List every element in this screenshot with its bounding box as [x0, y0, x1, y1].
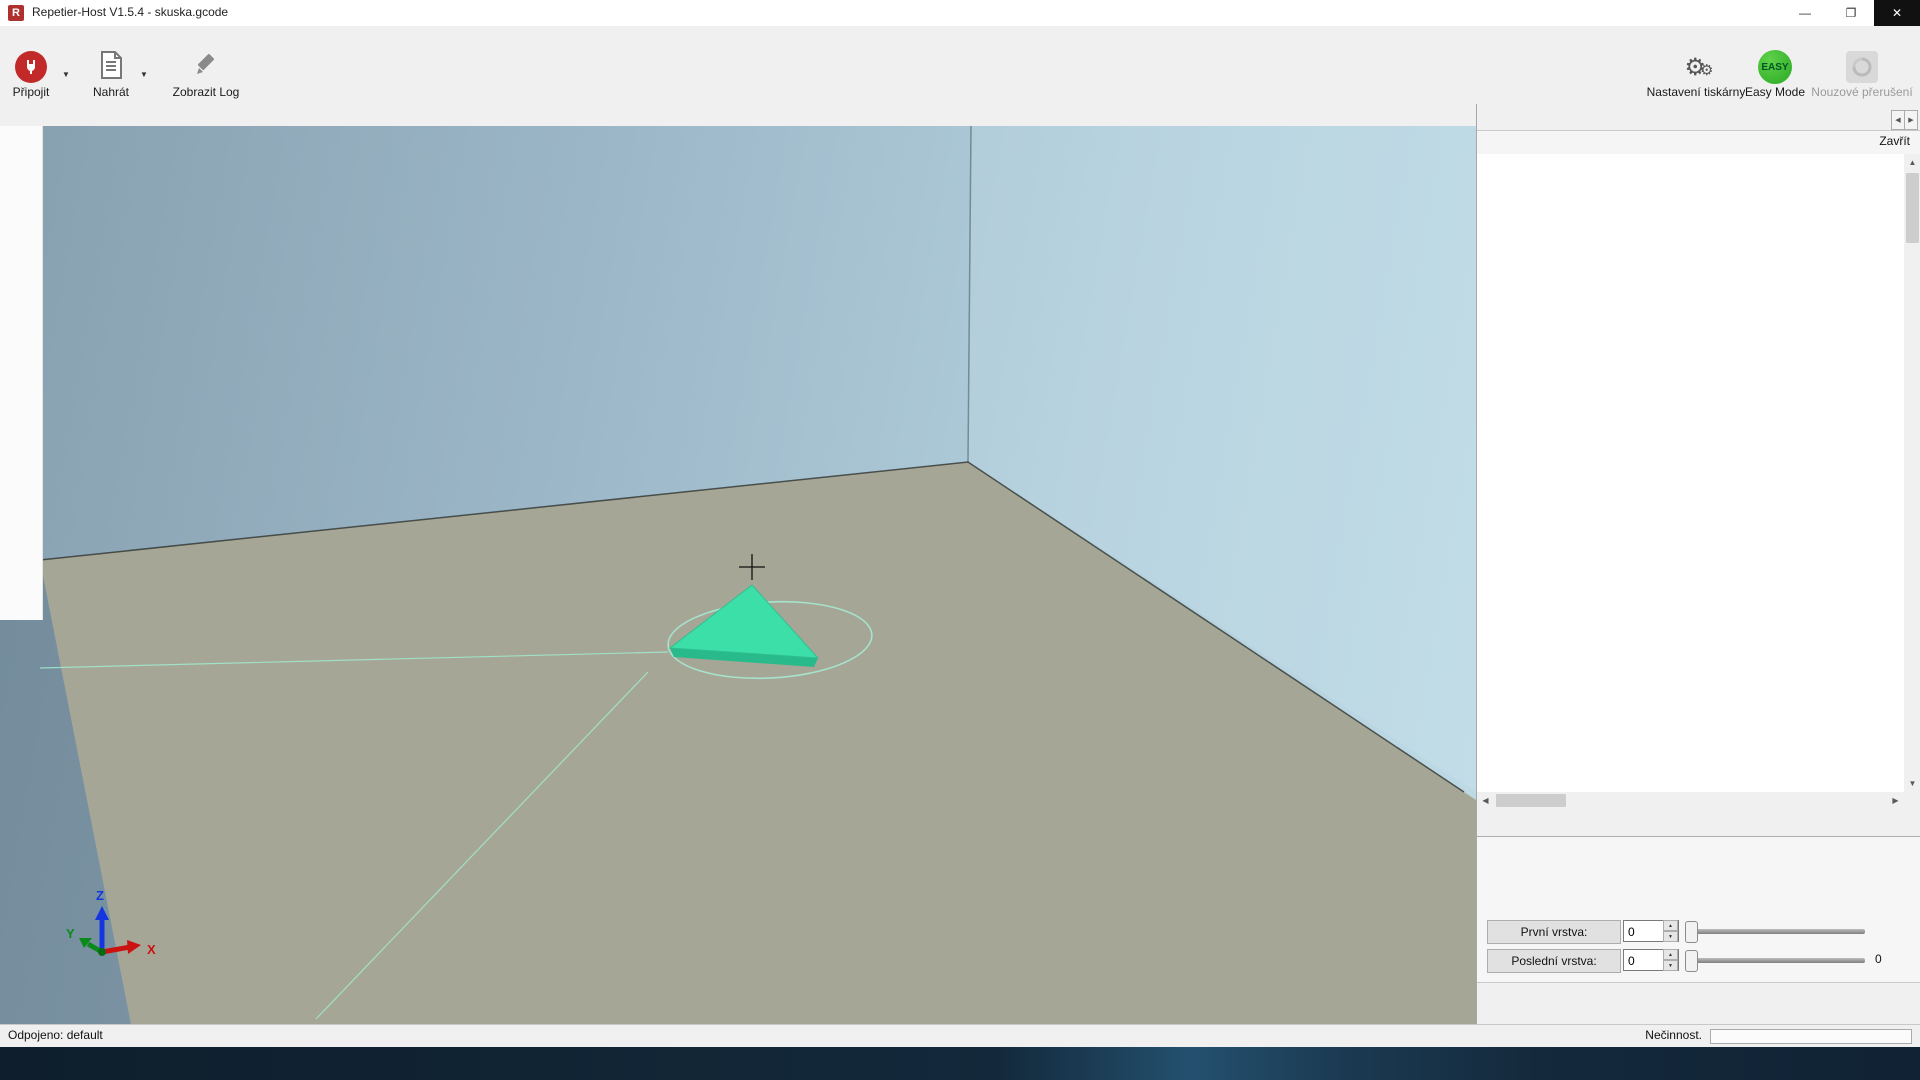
- show-log-button[interactable]: Zobrazit Log: [160, 50, 252, 102]
- window-title: Repetier-Host V1.5.4 - skuska.gcode: [32, 5, 228, 19]
- hscroll-thumb[interactable]: [1496, 794, 1566, 807]
- progress-bar: [1710, 1029, 1912, 1044]
- maximize-button[interactable]: ❐: [1828, 0, 1874, 26]
- plug-icon: [15, 51, 47, 83]
- emergency-stop-icon: [1846, 51, 1878, 83]
- printbed-scene: Z X Y: [0, 126, 1476, 1024]
- editor-status-line: [1477, 982, 1920, 1006]
- connect-button[interactable]: Připojit: [2, 50, 60, 102]
- easy-mode-button[interactable]: EASY Easy Mode: [1744, 50, 1806, 102]
- easy-badge-icon: EASY: [1758, 50, 1792, 84]
- close-button[interactable]: ✕: [1874, 0, 1920, 26]
- last-layer-value: 0: [1875, 952, 1882, 966]
- first-layer-row: První vrstva: 0 ▲▼: [1477, 920, 1920, 944]
- vscroll-thumb[interactable]: [1906, 173, 1919, 243]
- upload-button[interactable]: Nahrát: [84, 50, 138, 102]
- right-panel: ◀ ▶ Zavřít ▲ ▼ ◀ ▶ První vrstva: 0 ▲▼ Po…: [1476, 104, 1920, 1024]
- last-layer-row: Poslední vrstva: 0 ▲▼ 0: [1477, 949, 1920, 973]
- last-layer-label[interactable]: Poslední vrstva:: [1487, 949, 1621, 973]
- minimize-button[interactable]: —: [1782, 0, 1828, 26]
- title-bar: R Repetier-Host V1.5.4 - skuska.gcode — …: [0, 0, 1920, 27]
- printer-settings-button[interactable]: ⚙⚙ Nastavení tiskárny: [1637, 50, 1755, 102]
- editor-toolbar: [1477, 130, 1920, 154]
- app-icon: R: [8, 5, 24, 21]
- emergency-stop-button[interactable]: Nouzové přerušení: [1806, 50, 1918, 102]
- last-layer-slider[interactable]: [1687, 958, 1865, 963]
- axis-x-label: X: [147, 942, 156, 957]
- right-tab-bar: [1477, 104, 1895, 130]
- scroll-down-arrow[interactable]: ▼: [1904, 775, 1920, 792]
- first-layer-stepper[interactable]: ▲▼: [1663, 920, 1678, 942]
- scroll-right-arrow[interactable]: ▶: [1887, 792, 1904, 809]
- first-layer-label[interactable]: První vrstva:: [1487, 920, 1621, 944]
- view-tab-bar: [0, 104, 1476, 126]
- tab-scroll-left[interactable]: ◀: [1891, 110, 1905, 130]
- view-tool-strip: [0, 126, 43, 620]
- gcode-editor[interactable]: [1477, 154, 1904, 792]
- system-tray: [1910, 1047, 1920, 1080]
- axis-y-label: Y: [66, 926, 75, 941]
- scroll-left-arrow[interactable]: ◀: [1477, 792, 1494, 809]
- connection-status: Odpojeno: default: [8, 1028, 103, 1042]
- axis-z-label: Z: [96, 888, 104, 903]
- main-toolbar: Připojit ▼ Nahrát ▼ Zobrazit Log ⚙⚙ Nast…: [0, 48, 1920, 104]
- menu-bar: [0, 26, 1920, 48]
- tab-scroll-right[interactable]: ▶: [1904, 110, 1918, 130]
- upload-dropdown[interactable]: ▼: [140, 70, 148, 79]
- viewport-3d[interactable]: Z X Y: [0, 126, 1476, 1024]
- scroll-up-arrow[interactable]: ▲: [1904, 154, 1920, 171]
- app-status-bar: Odpojeno: default Nečinnost.: [0, 1024, 1920, 1047]
- connect-dropdown[interactable]: ▼: [62, 70, 70, 79]
- pencil-icon: [193, 52, 219, 83]
- taskbar: [0, 1047, 1920, 1080]
- last-layer-stepper[interactable]: ▲▼: [1663, 949, 1678, 971]
- horizontal-scrollbar[interactable]: ◀ ▶: [1477, 792, 1904, 809]
- document-icon: [99, 51, 123, 84]
- first-layer-slider[interactable]: [1687, 929, 1865, 934]
- activity-status: Nečinnost.: [1645, 1028, 1702, 1042]
- vertical-scrollbar[interactable]: ▲ ▼: [1904, 154, 1920, 792]
- gears-icon: ⚙⚙: [1685, 53, 1708, 82]
- editor-close-button[interactable]: Zavřít: [1879, 134, 1910, 148]
